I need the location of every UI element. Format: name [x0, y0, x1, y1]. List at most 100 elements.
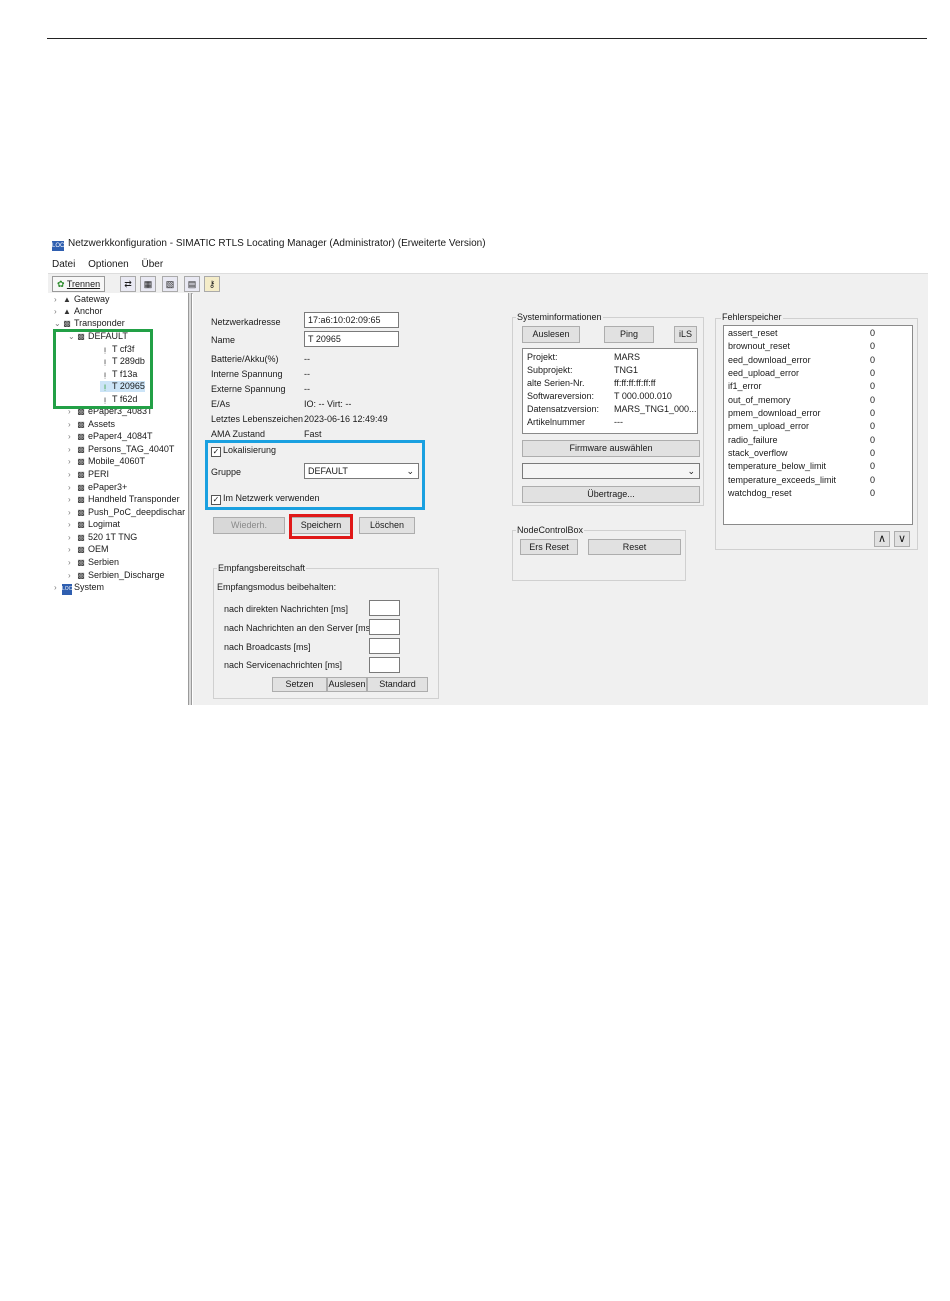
fehler-key: pmem_download_error [728, 408, 821, 418]
chevron-right-icon[interactable]: › [54, 294, 62, 305]
chevron-right-icon[interactable]: › [68, 431, 76, 442]
transponder-icon: ▩ [63, 319, 71, 328]
tree-item-group[interactable]: › ▩ Serbien [68, 557, 119, 568]
leaf-icon: ✿ [57, 279, 65, 289]
chevron-right-icon[interactable]: › [68, 444, 76, 455]
fehler-value: 0 [870, 488, 876, 498]
sysinfo-value: MARS_TNG1_000... [614, 404, 697, 414]
group-icon: ▩ [77, 432, 85, 441]
key-icon[interactable]: ⚷ [204, 276, 220, 292]
chevron-right-icon[interactable]: › [68, 532, 76, 543]
group-icon: ▩ [77, 520, 85, 529]
tree-item-group[interactable]: › ▩ ePaper4_4084T [68, 431, 153, 442]
chevron-right-icon[interactable]: › [68, 544, 76, 555]
name-field[interactable]: T 20965 [304, 331, 399, 347]
fehler-key: radio_failure [728, 435, 778, 445]
empfang-input[interactable] [369, 600, 400, 616]
tree-item-gateway[interactable]: › ▲ Gateway [54, 294, 110, 305]
group-icon: ▩ [77, 457, 85, 466]
chevron-right-icon[interactable]: › [68, 494, 76, 505]
fehler-value: 0 [870, 355, 876, 365]
ping-button[interactable]: Ping [604, 326, 654, 343]
wiederherstellen-button[interactable]: Wiederh. [213, 517, 285, 534]
tree-item-group[interactable]: › ▩ Serbien_Discharge [68, 570, 165, 581]
chevron-right-icon[interactable]: › [68, 482, 76, 493]
fehler-value: 0 [870, 381, 876, 391]
tree-item-group[interactable]: › ▩ OEM [68, 544, 109, 555]
tree-item-group[interactable]: › ▩ Handheld Transponder [68, 494, 180, 505]
tree-item-group[interactable]: › ▩ Logimat [68, 519, 120, 530]
group-icon: ▩ [77, 558, 85, 567]
batterie-value: -- [304, 354, 310, 364]
menu-optionen[interactable]: Optionen [88, 259, 129, 270]
app-window: LOC Netzwerkkonfiguration - SIMATIC RTLS … [48, 233, 928, 705]
standard-button[interactable]: Standard [367, 677, 428, 692]
chevron-right-icon[interactable]: › [54, 306, 62, 317]
firmware-button[interactable]: Firmware auswählen [522, 440, 700, 457]
uebertrage-button[interactable]: Übertrage... [522, 486, 700, 503]
chevron-right-icon[interactable]: › [68, 469, 76, 480]
sysinfo-key: Softwareversion: [527, 391, 595, 401]
tree-label: 520 1T TNG [88, 532, 138, 542]
chevron-right-icon[interactable]: › [68, 519, 76, 530]
chevron-right-icon[interactable]: › [68, 456, 76, 467]
menu-bar: Datei Optionen Über [52, 259, 173, 270]
tree-item-anchor[interactable]: › ▲ Anchor [54, 306, 103, 317]
chevron-down-icon[interactable]: ⌄ [54, 318, 62, 329]
tree-item-group[interactable]: › ▩ Assets [68, 419, 115, 430]
scroll-down-icon[interactable]: ∨ [894, 531, 910, 547]
tree-label: Serbien [88, 557, 120, 567]
netzwerkadresse-field[interactable]: 17:a6:10:02:09:65 [304, 312, 399, 328]
empfang-input[interactable] [369, 657, 400, 673]
tree-item-group[interactable]: › ▩ Persons_TAG_4040T [68, 444, 174, 455]
fehler-key: stack_overflow [728, 448, 788, 458]
tree-label: Logimat [88, 519, 121, 529]
menu-ueber[interactable]: Über [142, 259, 164, 270]
setzen-button[interactable]: Setzen [272, 677, 327, 692]
tree-item-group[interactable]: › ▩ PERI [68, 469, 109, 480]
tree-item-group[interactable]: › ▩ Push_PoC_deepdischar [68, 507, 185, 518]
empfang-row-label: nach Broadcasts [ms] [224, 642, 311, 652]
chevron-right-icon[interactable]: › [54, 582, 62, 593]
tree-item-group[interactable]: › ▩ Mobile_4060T [68, 456, 145, 467]
sysinfo-value: TNG1 [614, 365, 639, 375]
fehler-key: if1_error [728, 381, 762, 391]
group-icon: ▩ [77, 420, 85, 429]
loc-app-icon: LOC [52, 241, 65, 251]
empfang-input[interactable] [369, 638, 400, 654]
scroll-up-icon[interactable]: ∧ [874, 531, 890, 547]
sysinfo-auslesen-button[interactable]: Auslesen [522, 326, 580, 343]
firmware-select[interactable]: ⌄ [522, 463, 700, 479]
fehler-value: 0 [870, 395, 876, 405]
tree-item-group[interactable]: › ▩ 520 1T TNG [68, 532, 137, 543]
tree-item-group[interactable]: › ▩ ePaper3+ [68, 482, 127, 493]
fehler-key: watchdog_reset [728, 488, 792, 498]
auslesen-button[interactable]: Auslesen [327, 677, 367, 692]
nodecontrol-title: NodeControlBox [516, 525, 585, 535]
ers-reset-button[interactable]: Ers Reset [520, 539, 578, 555]
empfang-input[interactable] [369, 619, 400, 635]
tree-splitter[interactable] [189, 293, 192, 705]
tree-label: PERI [88, 469, 110, 479]
chevron-right-icon[interactable]: › [68, 507, 76, 518]
tag-icon[interactable]: ▤ [184, 276, 200, 292]
tree-item-system[interactable]: › LOC System [54, 582, 104, 595]
disconnect-button[interactable]: ✿ Trennen [52, 276, 106, 292]
sysinfo-key: alte Serien-Nr. [527, 378, 585, 388]
chevron-right-icon[interactable]: › [68, 557, 76, 568]
sysinfo-list: Projekt: MARS Subprojekt: TNG1 alte Seri… [522, 348, 698, 434]
menu-datei[interactable]: Datei [52, 259, 75, 270]
device-icon[interactable]: ▦ [140, 276, 156, 292]
fehler-key: temperature_below_limit [728, 461, 827, 471]
sysinfo-value: --- [614, 417, 623, 427]
fehler-value: 0 [870, 408, 876, 418]
reset-button[interactable]: Reset [588, 539, 681, 555]
chevron-right-icon[interactable]: › [68, 419, 76, 430]
chevron-right-icon[interactable]: › [68, 570, 76, 581]
loeschen-button[interactable]: Löschen [359, 517, 415, 534]
transfer-icon[interactable]: ⇄ [120, 276, 136, 292]
fehler-key: temperature_exceeds_limit [728, 475, 837, 485]
grid-icon[interactable]: ▧ [162, 276, 178, 292]
tree-item-transponder[interactable]: ⌄ ▩ Transponder [54, 318, 125, 329]
ils-button[interactable]: iLS [674, 326, 697, 343]
